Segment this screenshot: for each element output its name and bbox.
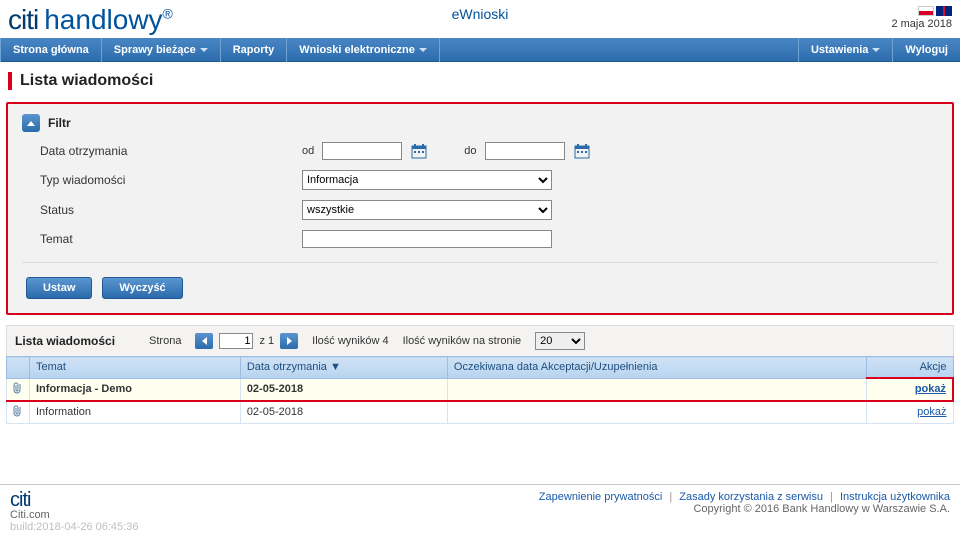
filter-collapse-button[interactable] xyxy=(22,114,40,132)
filter-subject-input[interactable] xyxy=(302,230,552,248)
chevron-down-icon xyxy=(419,48,427,52)
attachment-icon xyxy=(7,378,30,401)
per-page-select[interactable]: 20 xyxy=(535,332,585,350)
navbar: Strona główna Sprawy bieżące Raporty Wni… xyxy=(0,38,960,62)
filter-title: Filtr xyxy=(48,116,71,130)
show-link[interactable]: pokaż xyxy=(915,383,946,395)
row-expected xyxy=(447,401,866,424)
nav-sprawy[interactable]: Sprawy bieżące xyxy=(102,38,221,62)
messages-list: Lista wiadomości Strona z 1 Ilość wynikó… xyxy=(6,325,954,424)
col-date[interactable]: Data otrzymania ▼ xyxy=(240,357,447,379)
footer: citi Citi.com build:2018-04-26 06:45:36 … xyxy=(0,484,960,543)
chevron-left-icon xyxy=(202,337,207,345)
nav-raporty[interactable]: Raporty xyxy=(221,38,288,62)
flag-uk-icon[interactable] xyxy=(936,6,952,16)
row-date: 02-05-2018 xyxy=(240,378,447,401)
row-subject: Informacja - Demo xyxy=(30,378,241,401)
row-subject: Information xyxy=(30,401,241,424)
row-date: 02-05-2018 xyxy=(240,401,447,424)
chevron-up-icon xyxy=(27,121,35,126)
calendar-icon[interactable] xyxy=(573,142,591,160)
filter-date-label: Data otrzymania xyxy=(22,144,302,158)
per-page-label: Ilość wyników na stronie xyxy=(403,335,522,347)
filter-apply-button[interactable]: Ustaw xyxy=(26,277,92,299)
footer-citi-logo: citi xyxy=(10,491,138,509)
footer-terms-link[interactable]: Zasady korzystania z serwisu xyxy=(679,491,823,503)
pager-total: z 1 xyxy=(259,335,274,347)
calendar-icon[interactable] xyxy=(410,142,428,160)
filter-clear-button[interactable]: Wyczyść xyxy=(102,277,182,299)
nav-ustawienia[interactable]: Ustawienia xyxy=(798,38,892,62)
list-toolbar: Lista wiadomości Strona z 1 Ilość wynikó… xyxy=(6,325,954,356)
footer-citicom: Citi.com xyxy=(10,509,50,521)
show-link[interactable]: pokaż xyxy=(917,406,946,418)
table-row[interactable]: Information02-05-2018 pokaż xyxy=(7,401,954,424)
filter-subject-label: Temat xyxy=(22,232,302,246)
footer-build: build:2018-04-26 06:45:36 xyxy=(10,521,138,533)
filter-date-to-input[interactable] xyxy=(485,142,565,160)
footer-copyright: Copyright © 2016 Bank Handlowy w Warszaw… xyxy=(539,503,950,515)
page-title: Lista wiadomości xyxy=(8,72,952,90)
nav-home-label: Strona główna xyxy=(13,44,89,56)
nav-wnioski-label: Wnioski elektroniczne xyxy=(299,44,415,56)
nav-ustawienia-label: Ustawienia xyxy=(811,44,868,56)
col-subject[interactable]: Temat xyxy=(30,357,241,379)
chevron-down-icon xyxy=(872,48,880,52)
messages-table: Temat Data otrzymania ▼ Oczekiwana data … xyxy=(6,356,954,424)
filter-to-label: do xyxy=(464,145,476,157)
filter-status-label: Status xyxy=(22,203,302,217)
filter-status-select[interactable]: wszystkie xyxy=(302,200,552,220)
nav-home[interactable]: Strona główna xyxy=(0,38,102,62)
filter-panel: Filtr Data otrzymania od do Typ wiadomoś… xyxy=(6,102,954,315)
filter-type-select[interactable]: Informacja xyxy=(302,170,552,190)
chevron-right-icon xyxy=(287,337,292,345)
nav-spacer xyxy=(440,38,798,62)
header: citi handlowy® eWnioski 2 maja 2018 xyxy=(0,0,960,38)
footer-privacy-link[interactable]: Zapewnienie prywatności xyxy=(539,491,663,503)
filter-from-label: od xyxy=(302,145,314,157)
attachment-icon xyxy=(7,401,30,424)
row-actions: pokaż xyxy=(867,401,953,424)
nav-raporty-label: Raporty xyxy=(233,44,275,56)
page-title-wrap: Lista wiadomości xyxy=(0,62,960,98)
nav-wyloguj-label: Wyloguj xyxy=(905,44,948,56)
nav-wnioski[interactable]: Wnioski elektroniczne xyxy=(287,38,440,62)
result-count: Ilość wyników 4 xyxy=(312,335,388,347)
footer-manual-link[interactable]: Instrukcja użytkownika xyxy=(840,491,950,503)
pager: z 1 xyxy=(195,333,298,349)
list-title: Lista wiadomości xyxy=(15,334,115,348)
app-title: eWnioski xyxy=(0,6,960,22)
col-actions: Akcje xyxy=(867,357,953,379)
row-expected xyxy=(447,378,866,401)
nav-wyloguj[interactable]: Wyloguj xyxy=(892,38,960,62)
table-row[interactable]: Informacja - Demo02-05-2018 pokaż xyxy=(7,378,954,401)
filter-date-from-input[interactable] xyxy=(322,142,402,160)
pager-prev-button[interactable] xyxy=(195,333,213,349)
chevron-down-icon xyxy=(200,48,208,52)
col-attach[interactable] xyxy=(7,357,30,379)
col-expected[interactable]: Oczekiwana data Akceptacji/Uzupełnienia xyxy=(447,357,866,379)
nav-sprawy-label: Sprawy bieżące xyxy=(114,44,196,56)
pager-next-button[interactable] xyxy=(280,333,298,349)
row-actions: pokaż xyxy=(867,378,953,401)
pager-label: Strona xyxy=(149,335,181,347)
pager-page-input[interactable] xyxy=(219,333,253,349)
filter-type-label: Typ wiadomości xyxy=(22,173,302,187)
